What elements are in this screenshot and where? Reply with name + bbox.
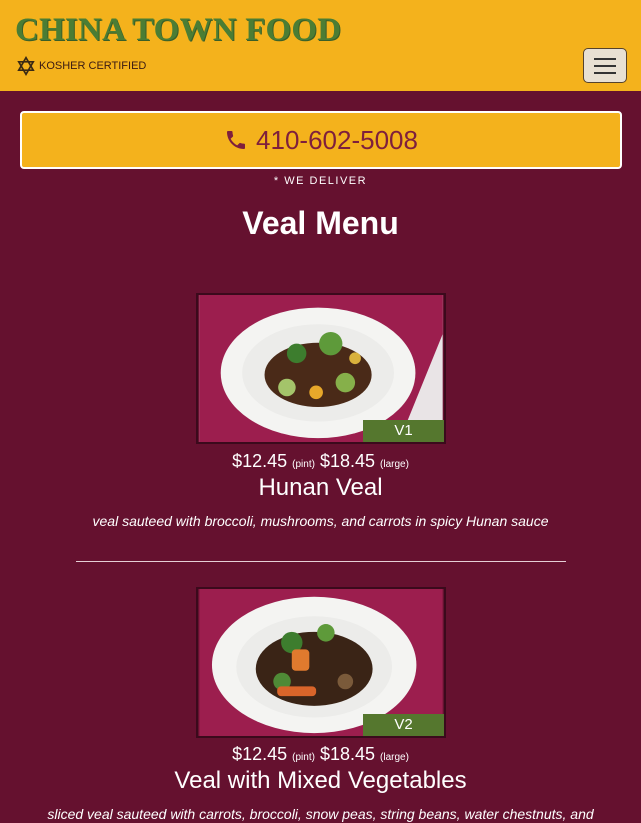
price-pint: $12.45 <box>232 451 288 471</box>
dish-description: sliced veal sauteed with carrots, brocco… <box>47 806 594 822</box>
item-code-badge: V2 <box>363 714 444 736</box>
phone-number: 410-602-5008 <box>256 124 418 155</box>
divider <box>76 561 566 562</box>
pint-label: (pint) <box>292 752 315 763</box>
price-large: $18.45 <box>319 744 376 764</box>
pint-label: (pint) <box>292 459 315 470</box>
item-code-badge: V1 <box>363 420 444 442</box>
item-prices: $12.45 (pint) $18.45 (large) <box>0 451 641 472</box>
large-label: (large) <box>380 752 409 763</box>
price-pint: $12.45 <box>232 744 288 764</box>
star-of-david-icon <box>17 56 35 76</box>
dish-photo[interactable]: V2 <box>196 587 446 738</box>
call-button[interactable]: 410-602-5008 <box>20 111 622 169</box>
delivery-note: * WE DELIVER <box>273 175 368 187</box>
site-header: CHINA TOWN FOOD KOSHER CERTIFIED <box>0 0 641 91</box>
dish-name: Hunan Veal <box>258 474 383 501</box>
phone-icon <box>227 131 246 149</box>
hamburger-menu-icon <box>594 57 616 60</box>
page-title: Veal Menu <box>242 205 399 241</box>
kosher-badge: KOSHER CERTIFIED <box>16 56 146 76</box>
menu-toggle-button[interactable] <box>583 48 627 83</box>
dish-description: veal sauteed with broccoli, mushrooms, a… <box>92 513 549 529</box>
price-large: $18.45 <box>319 451 376 471</box>
dish-name: Veal with Mixed Vegetables <box>174 767 467 794</box>
site-logo[interactable]: CHINA TOWN FOOD <box>15 12 341 49</box>
dish-photo[interactable]: V1 <box>196 293 446 444</box>
kosher-label: KOSHER CERTIFIED <box>39 60 147 72</box>
large-label: (large) <box>380 459 409 470</box>
item-prices: $12.45 (pint) $18.45 (large) <box>0 744 641 765</box>
